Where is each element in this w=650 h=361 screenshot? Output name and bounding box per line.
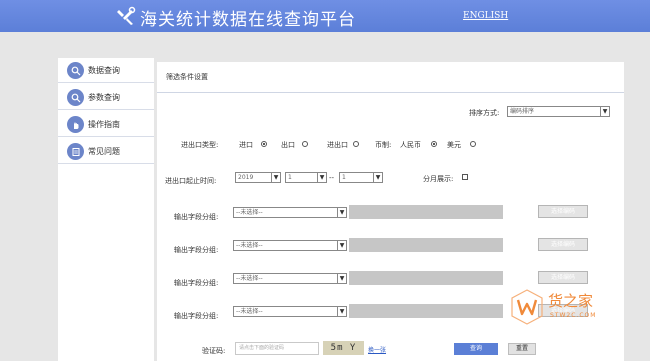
chevron-down-icon: ▼ — [337, 307, 346, 316]
sidebar-item-label: 数据查询 — [88, 66, 120, 75]
month-start-select-value: 1 — [288, 174, 292, 181]
sidebar-item-guide[interactable]: 操作指南 — [58, 112, 154, 137]
refresh-captcha-link[interactable]: 换一张 — [368, 345, 386, 354]
sort-select[interactable]: 编码排序 ▼ — [507, 106, 610, 117]
top-header: 海关统计数据在线查询平台 ENGLISH — [0, 0, 650, 32]
currency-option-usd-radio[interactable] — [470, 141, 476, 147]
output-group-select-value: --未选择-- — [236, 308, 263, 315]
output-group-code-box — [349, 304, 503, 318]
sidebar-item-label: 常见问题 — [88, 147, 120, 156]
trade-option-import-label: 进口 — [239, 141, 253, 149]
output-group-select[interactable]: --未选择-- ▼ — [233, 273, 347, 284]
captcha-image: 5m Y — [323, 341, 364, 355]
output-group-code-box — [349, 205, 503, 219]
watermark-subtext: STW2C.COM — [550, 312, 597, 319]
divider — [157, 92, 624, 93]
output-group-label: 输出字段分组: — [174, 312, 219, 320]
chevron-down-icon: ▼ — [337, 274, 346, 283]
output-group-select-value: --未选择-- — [236, 242, 263, 249]
output-group-select[interactable]: --未选择-- ▼ — [233, 207, 347, 218]
year-select-value: 2019 — [238, 174, 254, 181]
output-group-label: 输出字段分组: — [174, 246, 219, 254]
chevron-down-icon: ▼ — [317, 173, 326, 182]
sidebar-item-param-query[interactable]: 参数查询 — [58, 85, 154, 110]
output-group-select-value: --未选择-- — [236, 275, 263, 282]
watermark: 货之家 STW2C.COM — [510, 286, 645, 346]
select-code-button[interactable]: 选择编码 — [538, 271, 588, 284]
sidebar: 数据查询 参数查询 操作指南 常见问题 — [58, 58, 154, 361]
trade-type-label: 进出口类型: — [181, 141, 219, 149]
chevron-down-icon: ▼ — [600, 107, 609, 116]
sort-select-value: 编码排序 — [510, 108, 535, 115]
output-group-code-box — [349, 238, 503, 252]
month-end-select[interactable]: 1 ▼ — [339, 172, 383, 183]
site-title: 海关统计数据在线查询平台 — [140, 10, 356, 30]
trade-option-export-radio[interactable] — [302, 141, 308, 147]
sidebar-item-data-query[interactable]: 数据查询 — [58, 58, 154, 83]
currency-label: 币制: — [375, 141, 392, 149]
tools-logo-icon — [117, 6, 136, 25]
sidebar-item-faq[interactable]: 常见问题 — [58, 139, 154, 164]
monthly-checkbox[interactable] — [462, 174, 468, 180]
output-group-code-box — [349, 271, 503, 285]
currency-option-rmb-radio[interactable] — [431, 141, 437, 147]
output-group-label: 输出字段分组: — [174, 279, 219, 287]
sidebar-item-label: 参数查询 — [88, 93, 120, 102]
trade-option-export-label: 出口 — [281, 141, 295, 149]
sidebar-item-label: 操作指南 — [88, 120, 120, 129]
period-label: 进出口起止时间: — [165, 177, 217, 185]
currency-option-rmb-label: 人民币 — [400, 141, 421, 149]
watermark-text: 货之家 — [548, 292, 594, 310]
watermark-logo-icon — [511, 289, 543, 325]
query-button[interactable]: 查询 — [454, 343, 498, 355]
range-separator: -- — [329, 174, 335, 182]
search-icon — [67, 89, 84, 106]
document-icon — [67, 143, 84, 160]
trade-option-both-radio[interactable] — [353, 141, 359, 147]
chevron-down-icon: ▼ — [337, 241, 346, 250]
year-select[interactable]: 2019 ▼ — [235, 172, 281, 183]
hand-icon — [67, 116, 84, 133]
sort-label: 排序方式: — [469, 109, 500, 117]
chevron-down-icon: ▼ — [337, 208, 346, 217]
monthly-label: 分月展示: — [423, 175, 454, 183]
captcha-label: 验证码: — [202, 347, 226, 355]
output-group-select[interactable]: --未选择-- ▼ — [233, 240, 347, 251]
select-code-button[interactable]: 选择编码 — [538, 205, 588, 218]
trade-option-import-radio[interactable] — [261, 141, 267, 147]
trade-option-both-label: 进出口 — [327, 141, 348, 149]
chevron-down-icon: ▼ — [373, 173, 382, 182]
captcha-input[interactable]: 请点击下面的验证码 — [235, 342, 319, 355]
search-icon — [67, 62, 84, 79]
panel-title: 筛选条件设置 — [166, 73, 208, 81]
english-link[interactable]: ENGLISH — [463, 11, 508, 21]
currency-option-usd-label: 美元 — [447, 141, 461, 149]
month-start-select[interactable]: 1 ▼ — [285, 172, 327, 183]
output-group-select[interactable]: --未选择-- ▼ — [233, 306, 347, 317]
select-code-button[interactable]: 选择编码 — [538, 238, 588, 251]
month-end-select-value: 1 — [342, 174, 346, 181]
output-group-select-value: --未选择-- — [236, 209, 263, 216]
output-group-label: 输出字段分组: — [174, 213, 219, 221]
chevron-down-icon: ▼ — [271, 173, 280, 182]
